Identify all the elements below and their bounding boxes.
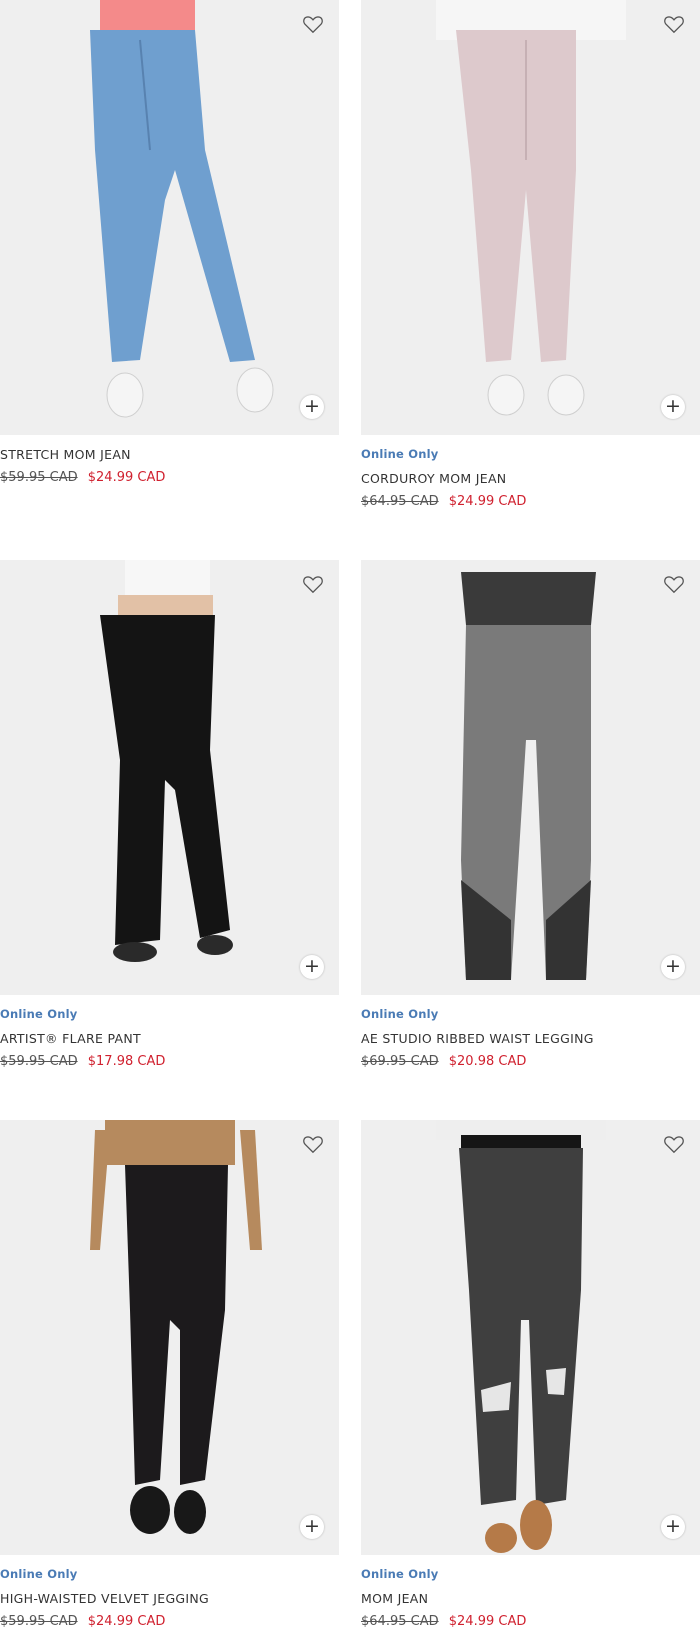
product-prices: $69.95 CAD $20.98 CAD xyxy=(361,1054,700,1070)
product-prices: $59.95 CAD $24.99 CAD xyxy=(0,470,339,486)
product-card[interactable]: + Online Only CORDUROY MOM JEAN $64.95 C… xyxy=(361,0,700,527)
product-prices: $59.95 CAD $17.98 CAD xyxy=(0,1054,339,1070)
heart-outline-icon[interactable] xyxy=(302,573,324,595)
quick-add-button[interactable]: + xyxy=(300,1515,324,1539)
product-info: Online Only ARTIST® FLARE PANT $59.95 CA… xyxy=(0,995,339,1087)
sale-price: $24.99 CAD xyxy=(87,470,166,485)
product-photo-velvet-jegging xyxy=(90,1120,262,1534)
heart-outline-icon[interactable] xyxy=(302,13,324,35)
original-price: $69.95 CAD xyxy=(361,1054,439,1069)
product-info: STRETCH MOM JEAN $59.95 CAD $24.99 CAD xyxy=(0,435,339,527)
sale-price: $24.99 CAD xyxy=(448,494,527,509)
plus-icon: + xyxy=(665,394,681,417)
product-photo-mom-jean xyxy=(436,1120,606,1553)
original-price: $59.95 CAD xyxy=(0,1614,78,1629)
sale-price: $24.99 CAD xyxy=(87,1614,166,1629)
online-only-badge: Online Only xyxy=(0,1567,78,1581)
plus-icon: + xyxy=(304,394,320,417)
heart-outline-icon[interactable] xyxy=(663,573,685,595)
product-card[interactable]: + Online Only HIGH-WAISTED VELVET JEGGIN… xyxy=(0,1120,339,1647)
product-name[interactable]: ARTIST® FLARE PANT xyxy=(0,1031,339,1046)
online-only-badge: Online Only xyxy=(0,1007,78,1021)
product-name[interactable]: AE STUDIO RIBBED WAIST LEGGING xyxy=(361,1031,700,1046)
product-card[interactable]: + Online Only AE STUDIO RIBBED WAIST LEG… xyxy=(361,560,700,1087)
product-info: Online Only AE STUDIO RIBBED WAIST LEGGI… xyxy=(361,995,700,1087)
product-name[interactable]: CORDUROY MOM JEAN xyxy=(361,471,700,486)
product-photo-corduroy-mom-jean xyxy=(436,0,626,416)
original-price: $59.95 CAD xyxy=(0,1054,78,1069)
plus-icon: + xyxy=(304,1514,320,1537)
product-image[interactable]: + xyxy=(361,1120,700,1555)
product-card[interactable]: + STRETCH MOM JEAN $59.95 CAD $24.99 CAD xyxy=(0,0,339,527)
product-card[interactable]: + Online Only ARTIST® FLARE PANT $59.95 … xyxy=(0,560,339,1087)
product-image[interactable]: + xyxy=(361,0,700,435)
heart-outline-icon[interactable] xyxy=(663,1133,685,1155)
product-prices: $59.95 CAD $24.99 CAD xyxy=(0,1614,339,1630)
product-photo-ribbed-waist-legging xyxy=(461,572,596,980)
product-prices: $64.95 CAD $24.99 CAD xyxy=(361,494,700,510)
original-price: $59.95 CAD xyxy=(0,470,78,485)
product-info: Online Only CORDUROY MOM JEAN $64.95 CAD… xyxy=(361,435,700,527)
heart-outline-icon[interactable] xyxy=(302,1133,324,1155)
product-photo-stretch-mom-jean xyxy=(90,0,274,418)
sale-price: $17.98 CAD xyxy=(87,1054,166,1069)
online-only-badge: Online Only xyxy=(361,447,439,461)
product-name[interactable]: STRETCH MOM JEAN xyxy=(0,447,339,462)
product-card[interactable]: + Online Only MOM JEAN $64.95 CAD $24.99… xyxy=(361,1120,700,1647)
product-image[interactable]: + xyxy=(0,0,339,435)
product-name[interactable]: MOM JEAN xyxy=(361,1591,700,1606)
product-info: Online Only MOM JEAN $64.95 CAD $24.99 C… xyxy=(361,1555,700,1647)
quick-add-button[interactable]: + xyxy=(661,395,685,419)
plus-icon: + xyxy=(304,954,320,977)
original-price: $64.95 CAD xyxy=(361,494,439,509)
product-prices: $64.95 CAD $24.99 CAD xyxy=(361,1614,700,1630)
plus-icon: + xyxy=(665,954,681,977)
quick-add-button[interactable]: + xyxy=(661,1515,685,1539)
sale-price: $20.98 CAD xyxy=(448,1054,527,1069)
product-image[interactable]: + xyxy=(0,560,339,995)
product-name[interactable]: HIGH-WAISTED VELVET JEGGING xyxy=(0,1591,339,1606)
sale-price: $24.99 CAD xyxy=(448,1614,527,1629)
quick-add-button[interactable]: + xyxy=(661,955,685,979)
product-image[interactable]: + xyxy=(361,560,700,995)
online-only-badge: Online Only xyxy=(361,1007,439,1021)
heart-outline-icon[interactable] xyxy=(663,13,685,35)
plus-icon: + xyxy=(665,1514,681,1537)
online-only-badge: Online Only xyxy=(361,1567,439,1581)
original-price: $64.95 CAD xyxy=(361,1614,439,1629)
product-info: Online Only HIGH-WAISTED VELVET JEGGING … xyxy=(0,1555,339,1647)
product-image[interactable]: + xyxy=(0,1120,339,1555)
quick-add-button[interactable]: + xyxy=(300,395,324,419)
quick-add-button[interactable]: + xyxy=(300,955,324,979)
product-photo-artist-flare-pant xyxy=(100,560,233,962)
